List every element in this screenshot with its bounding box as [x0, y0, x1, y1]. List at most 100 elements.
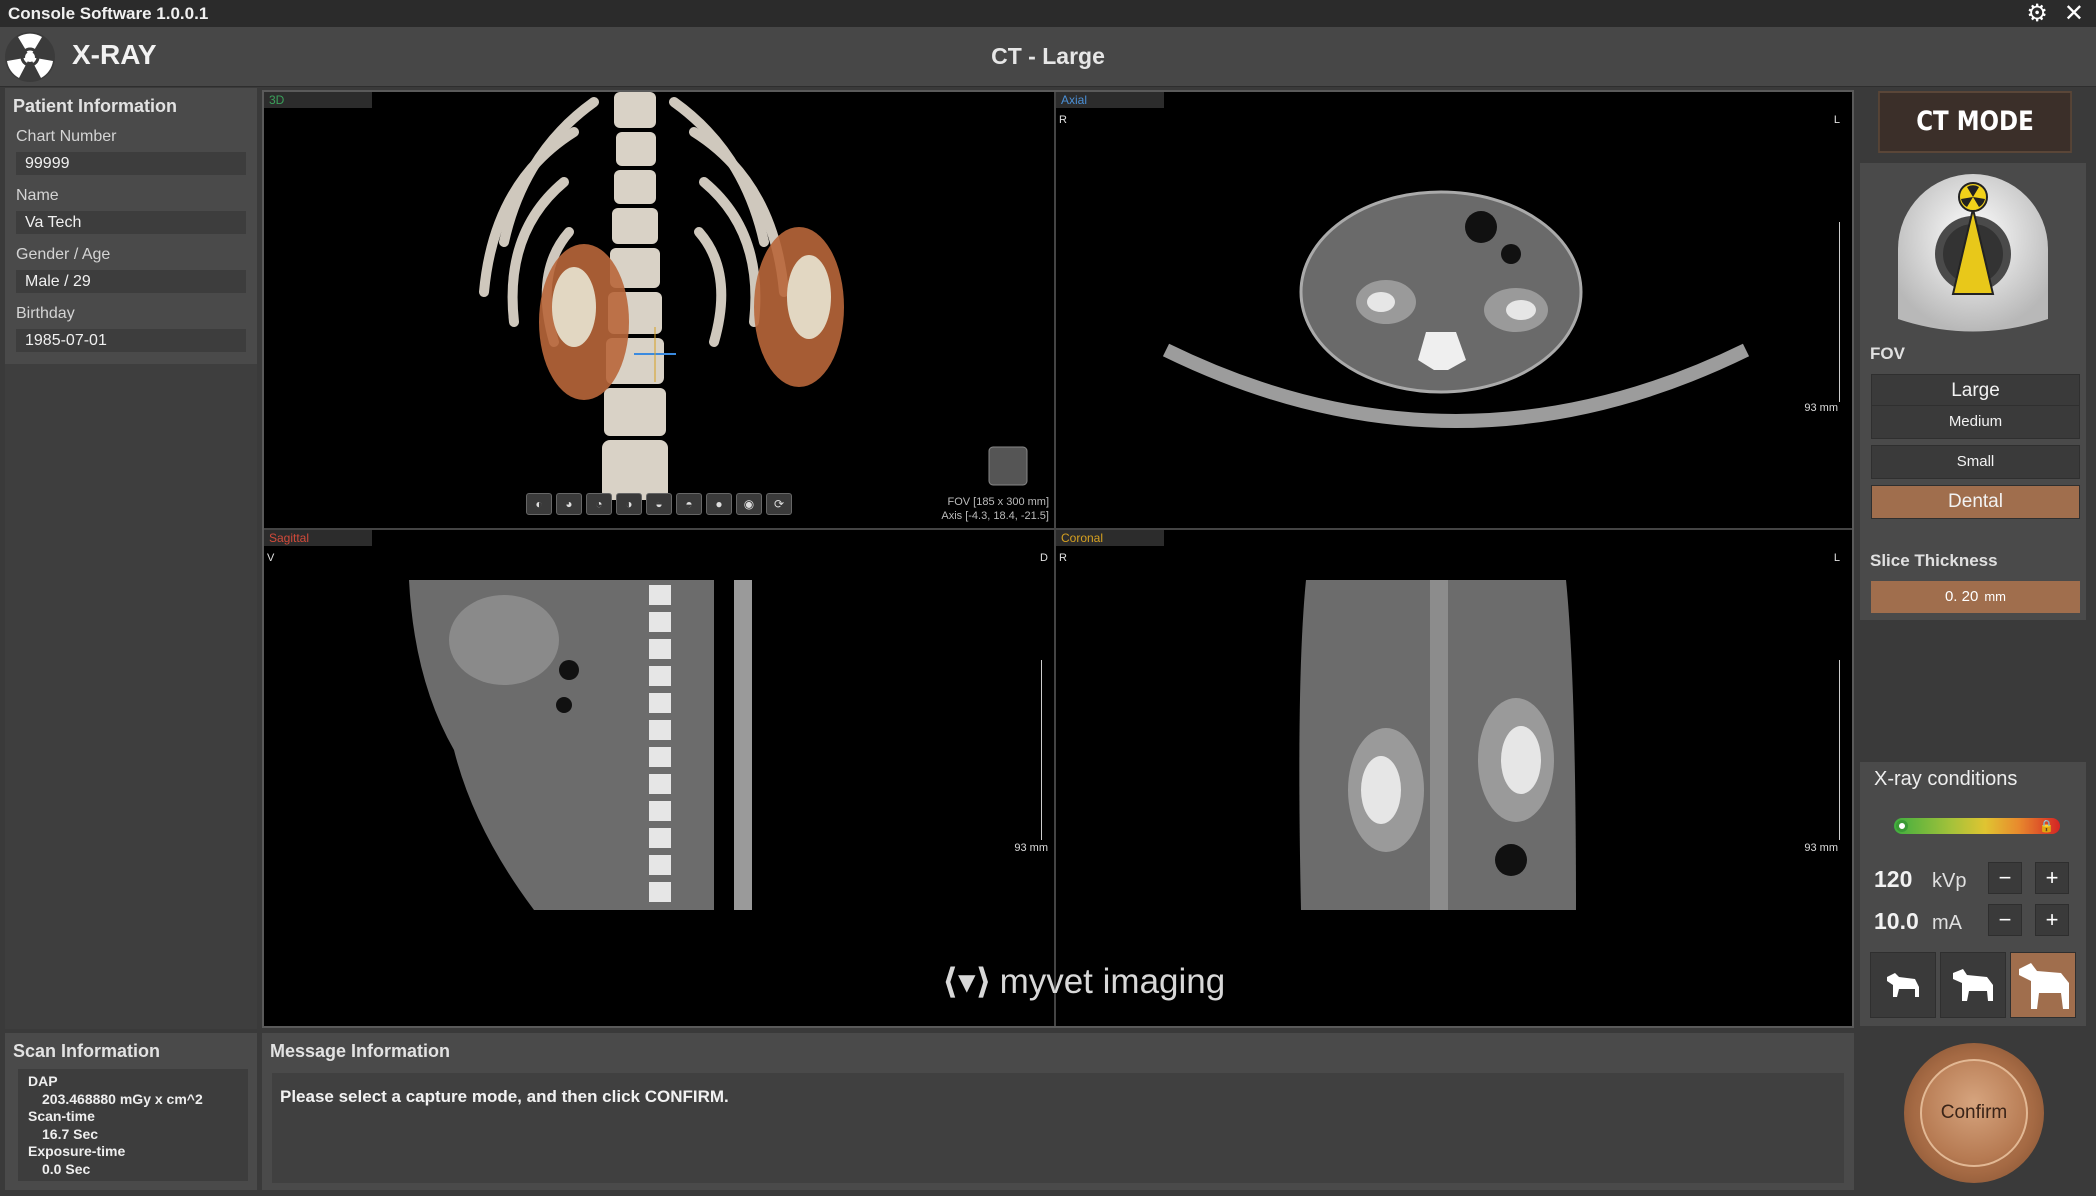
name-label: Name: [16, 187, 59, 204]
window-title: Console Software 1.0.0.1: [8, 3, 209, 23]
image-viewer[interactable]: 3D FOV [185 x 300 mm] Axis [-4.3, 18.4, …: [262, 90, 1854, 1028]
large-dog-icon: [2019, 963, 2069, 1009]
myvet-logo-icon: ⟨▾⟩: [942, 962, 992, 1001]
settings-gear-icon[interactable]: ⚙: [2026, 2, 2048, 26]
tab-coronal[interactable]: Coronal: [1056, 530, 1164, 546]
coronal-scale-label: 93 mm: [1804, 842, 1838, 854]
ma-decrease-button[interactable]: −: [1988, 904, 2022, 936]
scan-time-value: 16.7 Sec: [42, 1125, 99, 1142]
view-anterior-icon[interactable]: ◕: [556, 493, 582, 515]
exposure-time-value: 0.0 Sec: [42, 1160, 91, 1177]
app-window: Console Software 1.0.0.1 ⚙ ✕ X-RAY CT - …: [0, 0, 2096, 1196]
kvp-row: 120 kVp − +: [1874, 862, 2084, 896]
view-lateral-right-icon[interactable]: ◑: [616, 493, 642, 515]
ct-mode-label: CT MODE: [1878, 91, 2072, 153]
sagittal-scale-bar: [1041, 660, 1042, 840]
viewport-divider-horizontal: [264, 528, 1852, 530]
view-oblique-icon[interactable]: ◒: [646, 493, 672, 515]
scan-info-box: DAP 203.468880 mGy x cm^2 Scan-time 16.7…: [18, 1069, 248, 1181]
xray-conditions-panel: X-ray conditions 🔒 120 kVp − + 10.0 mA −…: [1860, 762, 2086, 1026]
ma-increase-button[interactable]: +: [2035, 904, 2069, 936]
ct-scanner-icon: [1898, 174, 2048, 332]
message-heading: Message Information: [270, 1041, 451, 1061]
chart-number-value: 99999: [16, 152, 246, 175]
axial-right-marker: L: [1833, 114, 1840, 126]
axial-left-marker: R: [1059, 114, 1067, 126]
view-inferior-icon[interactable]: ●: [706, 493, 732, 515]
3d-axis-readout: Axis [-4.3, 18.4, -21.5]: [941, 510, 1049, 522]
coronal-right-marker: L: [1833, 552, 1840, 564]
view-rotate-icon[interactable]: ⟳: [766, 493, 792, 515]
confirm-button[interactable]: Confirm: [1920, 1059, 2028, 1167]
3d-render-image: [479, 92, 1028, 500]
dose-level-knob: [1896, 820, 1908, 832]
patient-info-heading: Patient Information: [13, 96, 178, 116]
ma-unit: mA: [1932, 912, 1962, 934]
coronal-ct-image: [1299, 580, 1576, 910]
lock-icon[interactable]: 🔒: [2039, 819, 2054, 833]
confirm-button-ring: Confirm: [1904, 1043, 2044, 1183]
scan-info-heading: Scan Information: [13, 1041, 161, 1061]
medium-dog-button[interactable]: [1940, 952, 2006, 1018]
message-text: Please select a capture mode, and then c…: [272, 1073, 1844, 1183]
birthday-value: 1985-07-01: [16, 329, 246, 352]
coronal-left-marker: R: [1059, 552, 1067, 564]
slice-thickness-field[interactable]: 0. 20 mm: [1871, 581, 2080, 613]
view-tilt-icon[interactable]: ◉: [736, 493, 762, 515]
view-lateral-left-icon[interactable]: ◐: [526, 493, 552, 515]
left-panel-filler: [5, 364, 257, 1029]
view-superior-icon[interactable]: ◓: [676, 493, 702, 515]
axial-ct-image: [1162, 190, 1750, 428]
name-value: Va Tech: [16, 211, 246, 234]
3d-view-toolbar: ◐ ◕ ◔ ◑ ◒ ◓ ● ◉ ⟳: [526, 493, 792, 515]
kvp-unit: kVp: [1932, 870, 1967, 892]
sagittal-right-marker: D: [1040, 552, 1048, 564]
fov-dental-button[interactable]: Dental: [1871, 485, 2080, 519]
slice-thickness-unit: mm: [1984, 589, 2007, 604]
fov-medium-button[interactable]: Medium: [1871, 405, 2080, 439]
kvp-value: 120: [1874, 866, 1913, 892]
fov-large-button[interactable]: Large: [1871, 374, 2080, 408]
scan-info-panel: Scan Information DAP 203.468880 mGy x cm…: [5, 1033, 257, 1190]
sagittal-left-marker: V: [267, 552, 275, 564]
viewport-coronal[interactable]: Coronal R L 93 mm: [1056, 530, 1852, 1026]
tab-axial[interactable]: Axial: [1056, 92, 1164, 108]
exposure-time-label: Exposure-time: [28, 1143, 126, 1159]
view-posterior-icon[interactable]: ◔: [586, 493, 612, 515]
axial-scale-bar: [1839, 222, 1840, 402]
gender-age-value: Male / 29: [16, 270, 246, 293]
ma-row: 10.0 mA − +: [1874, 904, 2084, 938]
chart-number-label: Chart Number: [16, 128, 117, 145]
fov-small-button[interactable]: Small: [1871, 445, 2080, 479]
dap-value: 203.468880 mGy x cm^2: [42, 1090, 203, 1107]
medium-dog-icon: [1953, 969, 1993, 1001]
scan-time-label: Scan-time: [28, 1108, 95, 1124]
dap-label: DAP: [28, 1073, 58, 1089]
kvp-increase-button[interactable]: +: [2035, 862, 2069, 894]
myvet-watermark: ⟨▾⟩ myvet imaging: [942, 962, 1225, 1002]
page-title: CT - Large: [991, 43, 1105, 69]
viewport-3d[interactable]: 3D FOV [185 x 300 mm] Axis [-4.3, 18.4, …: [264, 92, 1054, 528]
dose-level-bar: 🔒: [1894, 818, 2060, 834]
watermark-text: myvet imaging: [999, 962, 1226, 1001]
app-header: X-RAY CT - Large: [0, 27, 2096, 87]
axial-scale-label: 93 mm: [1804, 402, 1838, 414]
sagittal-ct-image: [409, 580, 752, 910]
slice-thickness-value: 0. 20: [1944, 588, 1979, 605]
sagittal-scale-label: 93 mm: [1014, 842, 1048, 854]
fov-label: FOV: [1870, 344, 1905, 363]
patient-info-panel: Patient Information Chart Number 99999 N…: [5, 88, 257, 364]
3d-fov-readout: FOV [185 x 300 mm]: [947, 496, 1049, 508]
small-dog-button[interactable]: [1870, 952, 1936, 1018]
xray-conditions-title: X-ray conditions: [1874, 768, 2018, 790]
close-icon[interactable]: ✕: [2064, 2, 2084, 26]
large-dog-button[interactable]: [2010, 952, 2076, 1018]
tab-sagittal[interactable]: Sagittal: [264, 530, 372, 546]
viewport-sagittal[interactable]: Sagittal V D 93 mm: [264, 530, 1054, 1026]
viewport-axial[interactable]: Axial R L 93 mm: [1056, 92, 1852, 528]
message-panel: Message Information Please select a capt…: [262, 1033, 1854, 1190]
coronal-scale-bar: [1839, 660, 1840, 840]
tab-3d[interactable]: 3D: [264, 92, 372, 108]
small-dog-icon: [1887, 973, 1919, 997]
kvp-decrease-button[interactable]: −: [1988, 862, 2022, 894]
